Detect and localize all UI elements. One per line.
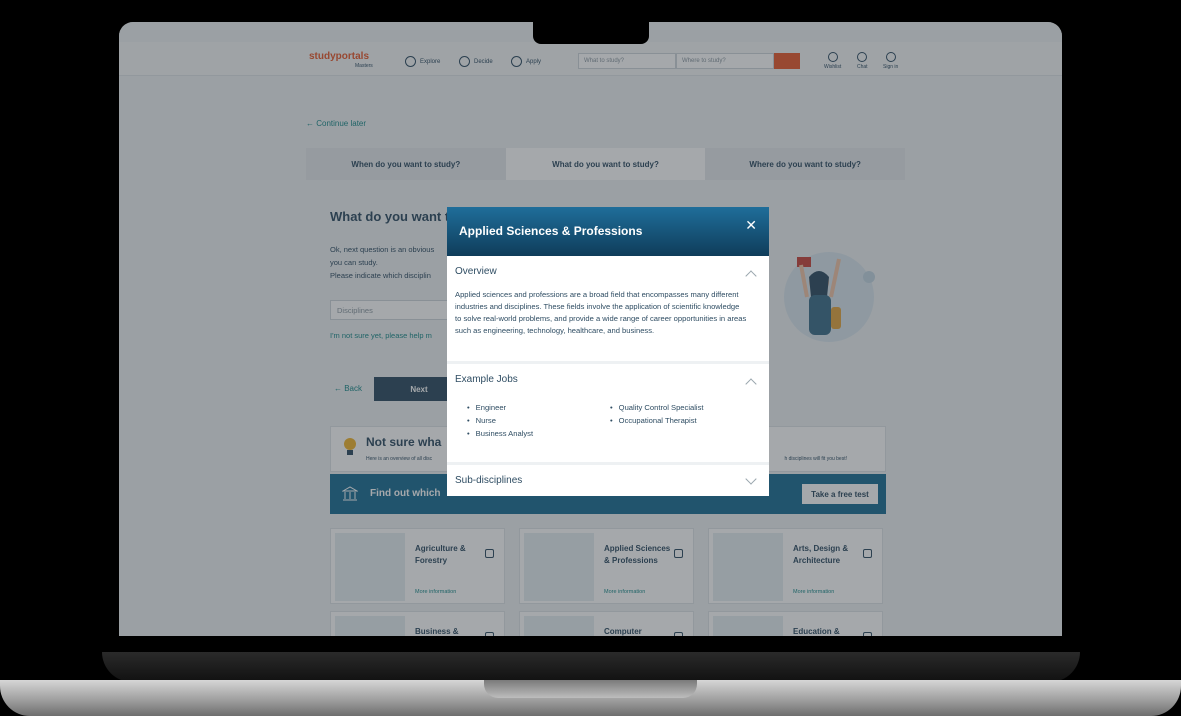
browser-viewport: studyportals Masters Explore Decide Appl… bbox=[119, 22, 1062, 636]
list-item: Occupational Therapist bbox=[610, 416, 753, 425]
list-item: Quality Control Specialist bbox=[610, 403, 753, 412]
close-icon[interactable]: ✕ bbox=[745, 217, 757, 234]
discipline-info-modal: Applied Sciences & Professions ✕ Overvie… bbox=[447, 207, 769, 496]
example-jobs-heading[interactable]: Example Jobs bbox=[455, 374, 518, 385]
list-item: Business Analyst bbox=[467, 429, 610, 438]
list-item: Nurse bbox=[467, 416, 610, 425]
laptop-groove bbox=[484, 680, 697, 698]
jobs-list: Engineer Quality Control Specialist Nurs… bbox=[467, 403, 757, 438]
overview-text: Applied sciences and professions are a b… bbox=[455, 290, 747, 335]
modal-title: Applied Sciences & Professions bbox=[459, 224, 643, 238]
example-jobs-section: Example Jobs Engineer Quality Control Sp… bbox=[447, 364, 769, 462]
overview-section: Overview Applied sciences and profession… bbox=[447, 256, 769, 361]
subdisciplines-heading[interactable]: Sub-disciplines bbox=[455, 475, 522, 486]
overview-heading[interactable]: Overview bbox=[455, 266, 497, 277]
laptop-hinge bbox=[102, 652, 1080, 682]
chevron-up-icon[interactable] bbox=[745, 270, 757, 282]
screen-frame: studyportals Masters Explore Decide Appl… bbox=[119, 22, 1062, 636]
subdisciplines-section[interactable]: Sub-disciplines bbox=[447, 465, 769, 496]
list-item: Engineer bbox=[467, 403, 610, 412]
camera-notch bbox=[533, 22, 649, 44]
chevron-up-icon[interactable] bbox=[745, 378, 757, 390]
laptop-frame: studyportals Masters Explore Decide Appl… bbox=[0, 0, 1181, 716]
chevron-down-icon[interactable] bbox=[745, 473, 757, 485]
modal-header: Applied Sciences & Professions ✕ bbox=[447, 207, 769, 256]
